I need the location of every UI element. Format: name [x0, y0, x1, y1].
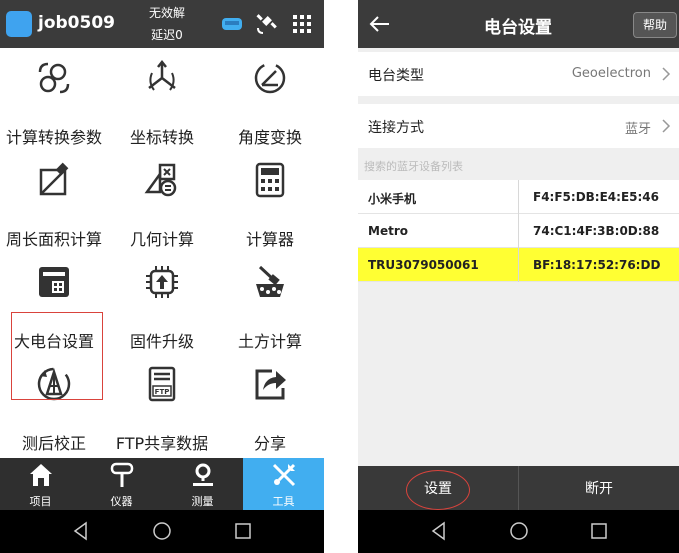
grid-menu-icon[interactable] [290, 12, 314, 36]
tool-label: 角度变换 [237, 128, 302, 147]
satellite-icon[interactable] [255, 12, 279, 36]
column-divider [518, 180, 519, 214]
latency-status: 延迟0 [151, 28, 183, 42]
job-name[interactable]: job0509 [38, 13, 115, 33]
globe-sync-icon [38, 62, 70, 94]
radio-type-label: 电台类型 [368, 68, 424, 84]
back-nav-icon[interactable] [428, 520, 450, 542]
tool-perimeter-area[interactable]: 周长面积计算 [0, 150, 108, 252]
connection-mode-row[interactable]: 连接方式 蓝牙 [358, 104, 679, 148]
earthwork-icon [256, 265, 284, 297]
connection-mode-label: 连接方式 [368, 120, 424, 136]
tool-label: 周长面积计算 [5, 230, 102, 249]
right-screen: 电台设置 帮助 电台类型 Geoelectron 连接方式 蓝牙 搜索的蓝牙设备… [358, 0, 679, 553]
recents-nav-icon[interactable] [232, 520, 254, 542]
tool-calculator[interactable]: 计算器 [216, 150, 324, 252]
column-divider [518, 214, 519, 248]
radio-icon [39, 267, 69, 297]
column-divider [518, 248, 519, 282]
android-nav-bar [0, 510, 324, 553]
tool-calc-transform-params[interactable]: 计算转换参数 [0, 48, 108, 150]
calculator-icon [255, 162, 285, 198]
tab-label: 项目 [29, 495, 52, 508]
share-icon [255, 369, 286, 400]
action-bar: 设置 断开 [358, 466, 679, 512]
tool-label: 坐标转换 [129, 128, 194, 147]
tool-angle-transform[interactable]: 角度变换 [216, 48, 324, 150]
device-name: 小米手机 [368, 192, 417, 206]
recents-nav-icon[interactable] [588, 520, 610, 542]
axes-icon [148, 60, 176, 91]
device-row[interactable]: Metro 74:C1:4F:3B:0D:88 [358, 214, 679, 248]
home-icon [30, 464, 52, 486]
home-nav-icon[interactable] [508, 520, 530, 542]
device-name: TRU3079050061 [368, 258, 479, 272]
area-icon [39, 162, 69, 196]
tool-label: 分享 [253, 434, 286, 453]
radio-header: 电台设置 帮助 [358, 0, 679, 48]
tool-geometry-calc[interactable]: 几何计算 [108, 150, 216, 252]
app-header: job0509 无效解 延迟0 [0, 0, 324, 48]
svg-text:FTP: FTP [155, 388, 170, 396]
android-nav-bar [358, 510, 679, 553]
location-icon [193, 463, 213, 486]
highlight-box [11, 312, 103, 400]
back-nav-icon[interactable] [70, 520, 92, 542]
tab-label: 测量 [191, 495, 214, 508]
geometry-calc-icon [144, 163, 177, 197]
ftp-icon: FTP [148, 366, 176, 402]
tool-label: 几何计算 [129, 230, 194, 249]
tool-firmware-upgrade[interactable]: 固件升级 [108, 252, 216, 354]
tool-label: 计算转换参数 [5, 128, 102, 147]
bottom-tab-bar: 项目 仪器 测量 工具 [0, 458, 324, 510]
chevron-right-icon [662, 67, 671, 81]
device-name: Metro [368, 224, 408, 238]
device-row-selected[interactable]: TRU3079050061 BF:18:17:52:76:DD [358, 248, 679, 282]
solution-status: 无效解 [148, 6, 185, 20]
home-nav-icon[interactable] [151, 520, 173, 542]
connection-mode-value: 蓝牙 [624, 122, 651, 137]
device-row[interactable]: 小米手机 F4:F5:DB:E4:E5:46 [358, 180, 679, 214]
radio-type-value: Geoelectron [571, 66, 651, 81]
tools-icon [272, 463, 296, 487]
device-list-label: 搜索的蓝牙设备列表 [364, 160, 463, 173]
device-address: BF:18:17:52:76:DD [533, 258, 661, 272]
tool-share[interactable]: 分享 [216, 354, 324, 456]
device-address: F4:F5:DB:E4:E5:46 [533, 190, 659, 204]
radio-type-row[interactable]: 电台类型 Geoelectron [358, 52, 679, 96]
tab-label: 仪器 [110, 495, 133, 508]
tool-label: 固件升级 [129, 332, 194, 351]
tab-project[interactable]: 项目 [0, 458, 81, 510]
disconnect-button[interactable]: 断开 [519, 466, 679, 512]
tool-label: 计算器 [245, 230, 294, 249]
highlight-circle [406, 470, 470, 510]
job-avatar-icon[interactable] [6, 11, 32, 37]
left-screen: job0509 无效解 延迟0 计算转换参数 坐标转换 角度变换 周长面积计算 … [0, 0, 324, 553]
tool-earthwork-calc[interactable]: 土方计算 [216, 252, 324, 354]
tool-ftp-share[interactable]: FTP FTP共享数据 [108, 354, 216, 456]
device-list-header: 搜索的蓝牙设备列表 [358, 152, 679, 178]
tool-label: 土方计算 [237, 332, 302, 351]
tool-label: 测后校正 [21, 434, 86, 453]
instrument-icon [110, 462, 134, 487]
help-button[interactable]: 帮助 [633, 12, 677, 38]
tab-tools[interactable]: 工具 [243, 458, 324, 510]
chip-upgrade-icon [146, 266, 178, 298]
tab-instrument[interactable]: 仪器 [81, 458, 162, 510]
chevron-right-icon [662, 119, 671, 133]
tool-coord-transform[interactable]: 坐标转换 [108, 48, 216, 150]
tab-survey[interactable]: 测量 [162, 458, 243, 510]
tool-grid: 计算转换参数 坐标转换 角度变换 周长面积计算 几何计算 计算器 大电台设置 固… [0, 48, 324, 458]
page-title: 电台设置 [484, 18, 552, 38]
tool-label: FTP共享数据 [115, 434, 209, 453]
device-address: 74:C1:4F:3B:0D:88 [533, 224, 660, 238]
receiver-icon[interactable] [220, 12, 244, 36]
tab-label: 工具 [272, 495, 295, 508]
back-arrow-icon[interactable] [368, 12, 392, 36]
angle-icon [254, 62, 286, 94]
